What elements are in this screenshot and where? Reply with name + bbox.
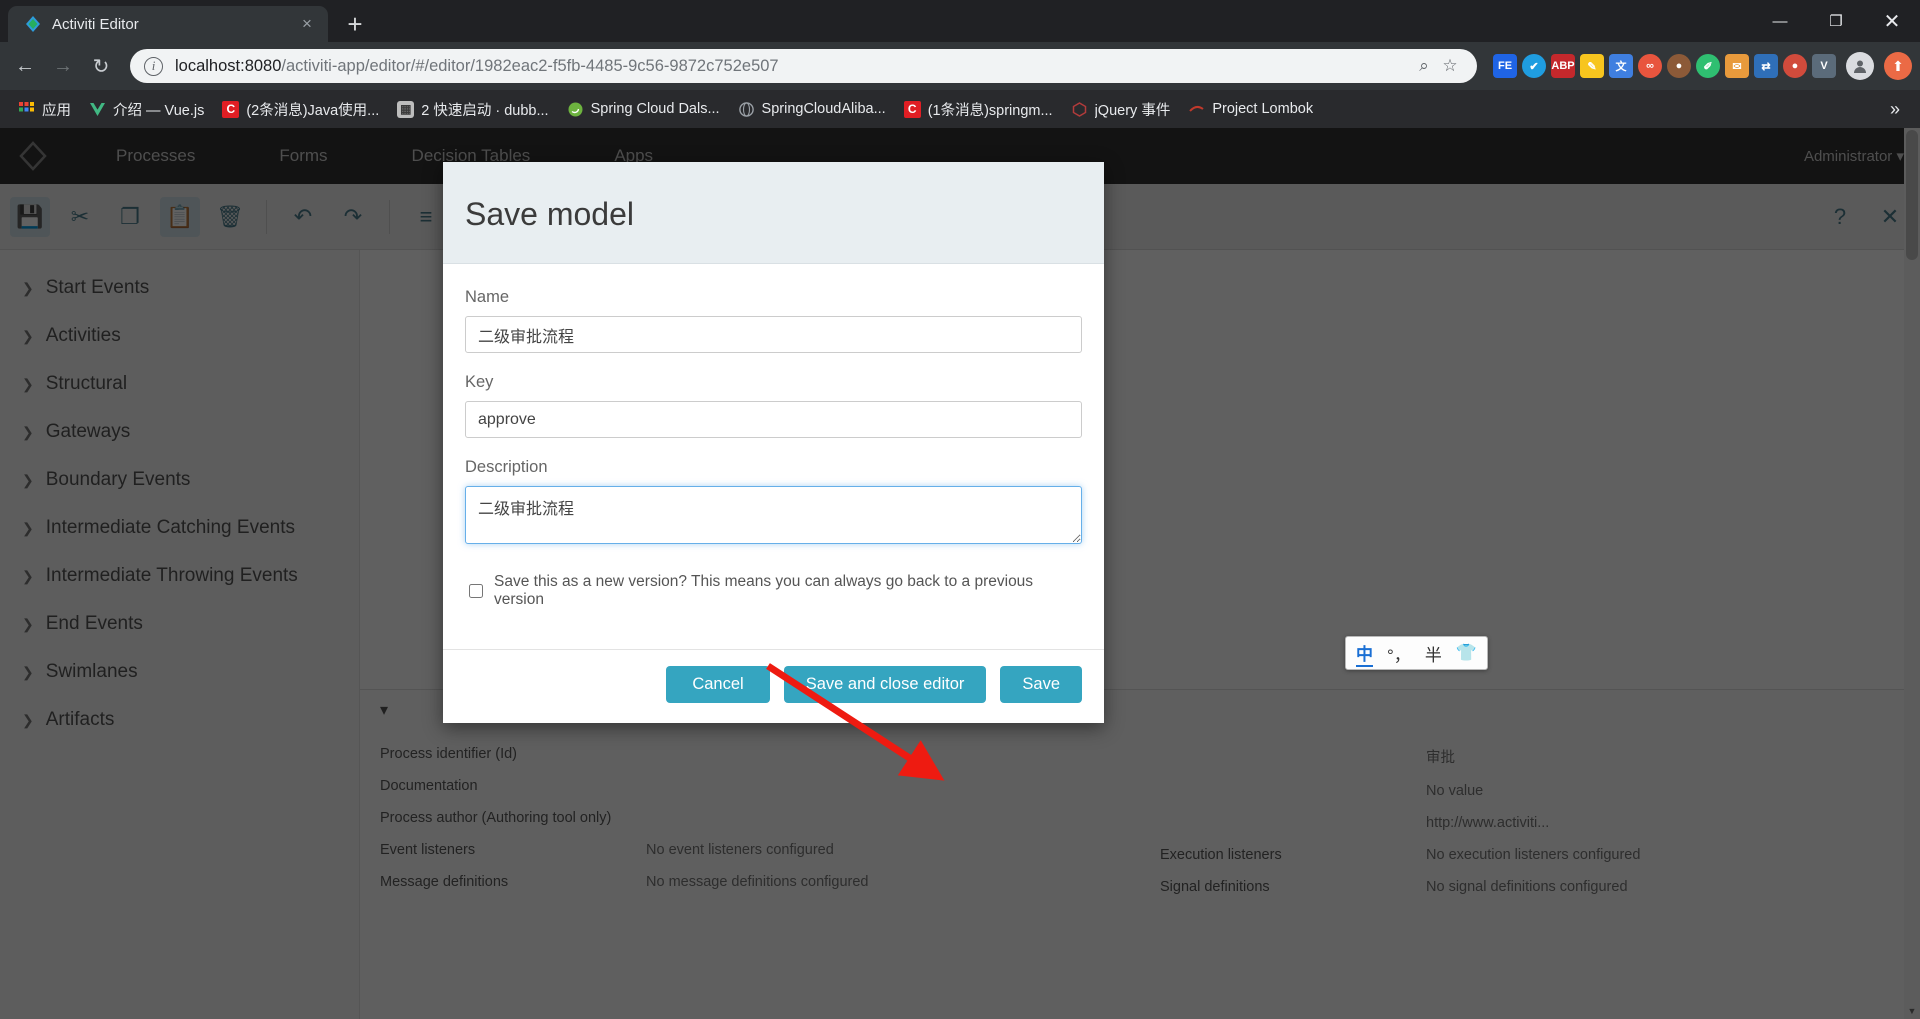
name-field-group: Name — [465, 288, 1082, 353]
vimium-extension[interactable]: V — [1812, 54, 1836, 78]
bookmark-label: jQuery 事件 — [1094, 102, 1171, 119]
bookmark-item[interactable]: 介绍 — Vue.js — [81, 95, 212, 124]
globe-icon — [738, 101, 755, 118]
url-text: localhost:8080/activiti-app/editor/#/edi… — [175, 57, 1411, 76]
infinity-extension[interactable]: ∞ — [1638, 54, 1662, 78]
dialog-body: Name Key Description 二级审批流程 Save this as… — [443, 264, 1104, 649]
bookmark-item[interactable]: C (1条消息)springm... — [896, 95, 1061, 124]
jquery-icon — [1071, 101, 1088, 118]
activiti-diamond-icon — [24, 15, 42, 33]
browser-tab[interactable]: Activiti Editor × — [8, 6, 328, 42]
ime-skin-icon[interactable]: 👕 — [1456, 643, 1477, 663]
new-version-label: Save this as a new version? This means y… — [494, 573, 1034, 608]
bookmark-label: 介绍 — Vue.js — [113, 102, 205, 119]
adblock-plus-extension[interactable]: ABP — [1551, 54, 1575, 78]
lombok-icon — [1188, 101, 1205, 118]
back-icon[interactable]: ← — [8, 49, 42, 83]
address-bar[interactable]: i localhost:8080/activiti-app/editor/#/e… — [130, 49, 1477, 83]
feishu-extension[interactable]: FE — [1493, 54, 1517, 78]
url-path: /activiti-app/editor/#/editor/1982eac2-f… — [281, 56, 779, 75]
close-icon[interactable]: × — [296, 13, 318, 35]
vue-icon — [89, 101, 106, 118]
dialog-footer: Cancel Save and close editor Save — [443, 649, 1104, 723]
key-input[interactable] — [465, 401, 1082, 438]
minimize-icon[interactable]: — — [1752, 0, 1808, 42]
dialog-header: Save model — [443, 162, 1104, 264]
search-icon[interactable]: ⌕ — [1411, 56, 1437, 76]
reload-icon[interactable]: ↻ — [84, 49, 118, 83]
bookmark-star-icon[interactable]: ☆ — [1437, 56, 1463, 76]
description-label: Description — [465, 458, 548, 476]
window-controls: — ❐ ✕ — [1752, 0, 1920, 42]
cancel-button[interactable]: Cancel — [666, 666, 770, 703]
monkey-extension[interactable]: ● — [1667, 54, 1691, 78]
site-info-icon[interactable]: i — [144, 56, 163, 76]
browser-menu-icon[interactable]: ⬆ — [1884, 52, 1912, 80]
name-input[interactable] — [465, 316, 1082, 353]
ime-halfwidth-mode[interactable]: 半 — [1425, 641, 1442, 666]
sync-extension[interactable]: ⇄ — [1754, 54, 1778, 78]
extensions-strip: FE ✔ ABP ✎ 文 ∞ ● ✐ ✉ ⇄ ● V — [1489, 54, 1836, 78]
forward-icon[interactable]: → — [46, 49, 80, 83]
page-viewport: Processes Forms Decision Tables Apps Adm… — [0, 128, 1920, 1019]
dubbo-icon: ▦ — [397, 100, 415, 118]
bookmarks-overflow-icon[interactable]: » — [1882, 96, 1908, 123]
bookmark-label: Project Lombok — [1212, 101, 1314, 117]
clip-extension[interactable]: ✉ — [1725, 54, 1749, 78]
csdn-icon: C — [903, 100, 921, 118]
description-textarea[interactable]: 二级审批流程 — [465, 486, 1082, 544]
new-tab-button[interactable]: + — [338, 7, 372, 41]
bookmark-item[interactable]: Spring Cloud Dals... — [559, 97, 728, 122]
name-label: Name — [465, 288, 510, 306]
dialog-title: Save model — [465, 196, 634, 232]
tab-strip: Activiti Editor × + — ❐ ✕ — [0, 0, 1920, 42]
new-version-row[interactable]: Save this as a new version? This means y… — [465, 569, 1082, 639]
ime-floating-bar[interactable]: 中 °， 半 👕 — [1345, 636, 1488, 670]
window-close-icon[interactable]: ✕ — [1864, 0, 1920, 42]
bookmark-item[interactable]: SpringCloudAliba... — [730, 97, 894, 122]
ime-chinese-mode[interactable]: 中 — [1356, 640, 1373, 667]
bear-extension[interactable]: ● — [1783, 54, 1807, 78]
save-and-close-editor-button[interactable]: Save and close editor — [783, 666, 987, 703]
maximize-icon[interactable]: ❐ — [1808, 0, 1864, 42]
spring-icon — [567, 101, 584, 118]
csdn-icon: C — [222, 100, 240, 118]
bookmark-item[interactable]: C (2条消息)Java使用... — [214, 95, 387, 124]
ime-punctuation-mode[interactable]: °， — [1387, 641, 1411, 666]
browser-window: Activiti Editor × + — ❐ ✕ ← → ↻ i localh… — [0, 0, 1920, 1019]
apps-grid-icon — [18, 101, 35, 118]
avatar[interactable] — [1846, 52, 1874, 80]
bookmark-label: 应用 — [42, 102, 71, 119]
leaf-extension[interactable]: ✐ — [1696, 54, 1720, 78]
bookmark-item[interactable]: jQuery 事件 — [1063, 95, 1179, 124]
bookmark-label: (2条消息)Java使用... — [246, 102, 380, 119]
browser-toolbar: ← → ↻ i localhost:8080/activiti-app/edit… — [0, 42, 1920, 90]
bookmarks-bar: 应用 介绍 — Vue.js C (2条消息)Java使用... ▦ 2 快速启动 · d… — [0, 90, 1920, 128]
key-field-group: Key — [465, 373, 1082, 438]
notes-extension[interactable]: ✎ — [1580, 54, 1604, 78]
bookmark-item[interactable]: Project Lombok — [1180, 97, 1321, 122]
save-button[interactable]: Save — [1000, 666, 1082, 703]
bookmark-label: SpringCloudAliba... — [761, 101, 886, 117]
save-model-dialog: Save model Name Key Description 二级审批流程 S — [443, 162, 1104, 723]
bookmark-label: 2 快速启动 · dubb... — [421, 102, 549, 119]
tab-title: Activiti Editor — [52, 15, 139, 33]
new-version-checkbox[interactable] — [469, 584, 483, 598]
bookmark-label: Spring Cloud Dals... — [590, 101, 720, 117]
url-host: localhost:8080 — [175, 56, 282, 75]
bookmark-item[interactable]: 应用 — [10, 95, 79, 124]
google-translate-extension[interactable]: 文 — [1609, 54, 1633, 78]
check-circle-extension[interactable]: ✔ — [1522, 54, 1546, 78]
description-field-group: Description 二级审批流程 — [465, 458, 1082, 549]
key-label: Key — [465, 373, 494, 391]
bookmark-item[interactable]: ▦ 2 快速启动 · dubb... — [389, 95, 556, 124]
bookmark-label: (1条消息)springm... — [927, 102, 1053, 119]
